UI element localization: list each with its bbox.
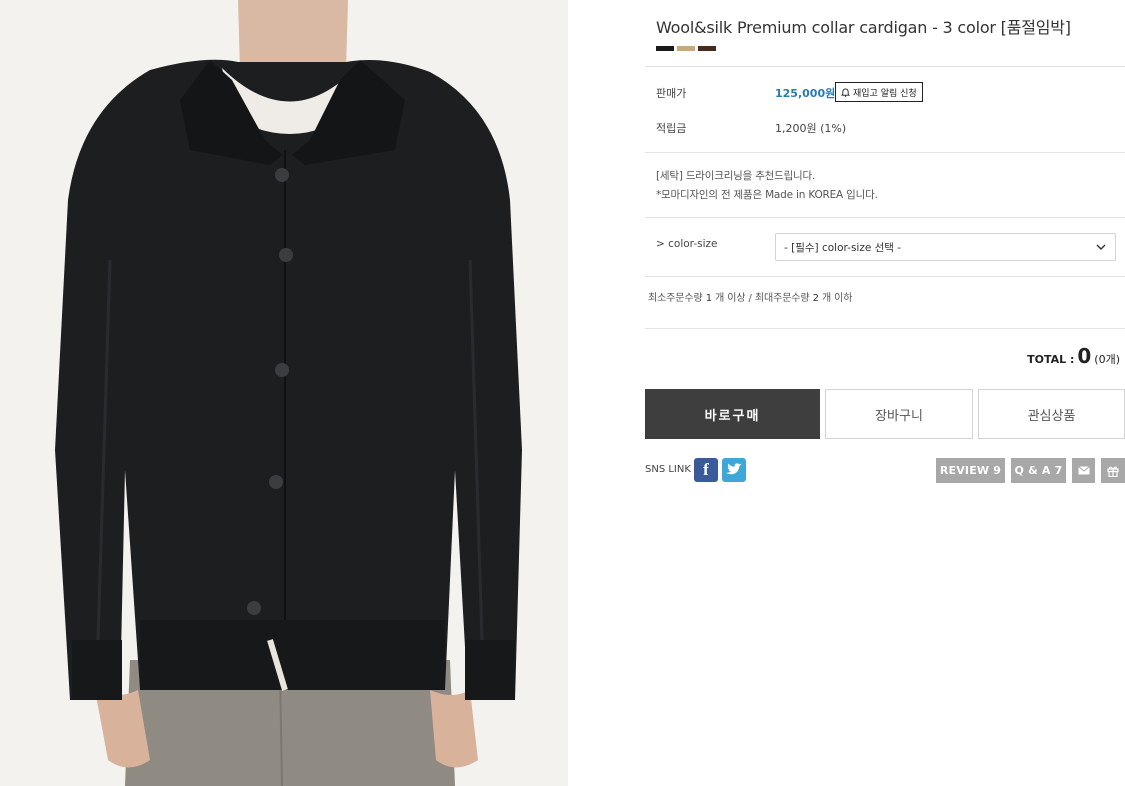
color-size-select[interactable]: - [필수] color-size 선택 - [775,233,1116,261]
max-qty-value: 2 [812,293,819,304]
total-price: TOTAL : 0 (0개) [1027,344,1120,368]
total-label: TOTAL : [1027,353,1075,366]
chevron-down-icon [1096,244,1106,250]
option-label: > color-size [656,238,718,250]
min-qty-suffix: 개 이상 / [715,293,752,304]
review-button[interactable]: REVIEW 9 [936,458,1005,483]
color-swatch[interactable] [656,46,674,51]
mail-icon[interactable] [1072,458,1095,483]
qa-button[interactable]: Q & A 7 [1011,458,1066,483]
points-label: 적립금 [656,122,687,135]
wishlist-button[interactable]: 관심상품 [978,389,1125,439]
buy-now-button[interactable]: 바로구매 [645,389,820,439]
color-swatches [656,46,716,51]
price-value: 125,000원 [775,87,836,100]
min-qty-value: 1 [705,293,712,304]
care-note: [세탁] 드라이크리닝을 추천드립니다. [656,170,816,182]
product-title: Wool&silk Premium collar cardigan - 3 co… [656,18,1071,37]
sns-label: SNS LINK [645,464,691,475]
divider [645,66,1125,67]
envelope-icon [1077,466,1090,475]
total-amount: 0 [1077,344,1092,368]
gift-icon[interactable] [1101,458,1125,483]
color-swatch[interactable] [677,46,695,51]
bell-icon [841,87,850,97]
price-label: 판매가 [656,87,687,100]
max-qty-label: 최대주문수량 [754,293,810,304]
gift-box-icon [1107,465,1119,477]
origin-note: *모마디자인의 전 제품은 Made in KOREA 입니다. [656,189,878,201]
product-info-panel: Wool&silk Premium collar cardigan - 3 co… [645,0,1125,786]
restock-alert-button[interactable]: 재입고 알림 신청 [835,82,923,102]
max-qty-suffix: 개 이하 [821,293,853,304]
points-value: 1,200원 (1%) [775,122,847,135]
divider [645,276,1125,277]
total-count: (0개) [1094,353,1120,366]
color-swatch[interactable] [698,46,716,51]
min-qty-label: 최소주문수량 [648,293,703,304]
color-size-select-value: - [필수] color-size 선택 - [784,241,902,254]
restock-alert-label: 재입고 알림 신청 [853,88,917,99]
product-image [0,0,568,786]
facebook-icon[interactable]: f [694,458,718,482]
divider [645,217,1125,218]
quantity-limits: 최소주문수량 1 개 이상 / 최대주문수량 2 개 이하 [648,289,852,304]
divider [645,152,1125,153]
add-to-cart-button[interactable]: 장바구니 [825,389,973,439]
twitter-icon[interactable] [722,458,746,482]
twitter-bird-icon [726,463,742,475]
divider [645,328,1125,329]
